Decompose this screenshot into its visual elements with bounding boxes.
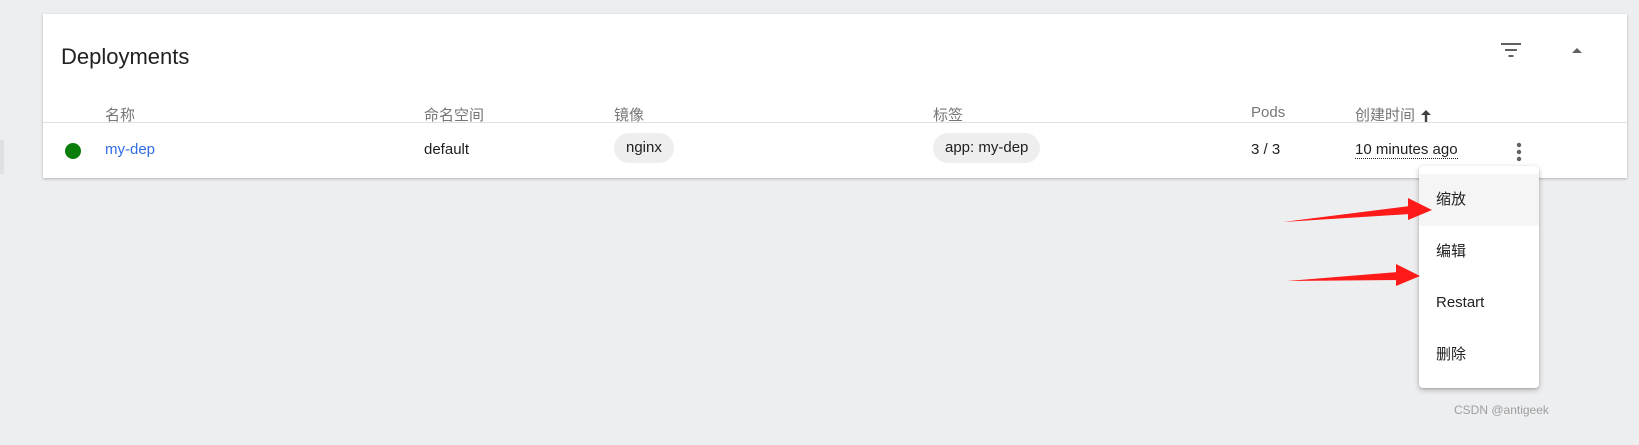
image-chip: nginx [614, 133, 674, 163]
card-title: Deployments [61, 44, 190, 69]
label-chip: app: my-dep [933, 133, 1041, 163]
collapse-button[interactable] [1559, 32, 1595, 68]
arrow-up-icon [1421, 110, 1432, 123]
created-age: 10 minutes ago [1355, 141, 1458, 159]
deployments-card: Deployments 名称 命名空间 镜像 标签 Pods 创建时间 my-d… [43, 14, 1627, 178]
row-actions-menu: 缩放 编辑 Restart 删除 [1419, 166, 1539, 388]
column-header-pods: Pods [1251, 104, 1286, 121]
sidebar-edge [0, 140, 4, 174]
menu-item-restart[interactable]: Restart [1419, 277, 1539, 329]
more-vert-icon [1516, 142, 1522, 162]
created-cell: 10 minutes ago [1355, 141, 1458, 159]
deployment-name-link[interactable]: my-dep [105, 141, 155, 158]
menu-item-scale[interactable]: 缩放 [1419, 174, 1539, 226]
status-running-icon [65, 143, 81, 159]
filter-icon [1501, 43, 1521, 57]
table-row: my-dep default nginx app: my-dep 3 / 3 1… [43, 123, 1627, 178]
pods-cell: 3 / 3 [1251, 141, 1281, 158]
row-actions-button[interactable] [1501, 134, 1537, 170]
watermark: CSDN @antigeek [1454, 403, 1549, 417]
annotation-arrow-icon [1283, 198, 1432, 222]
filter-button[interactable] [1493, 32, 1529, 68]
caret-up-icon [1572, 48, 1582, 53]
menu-item-delete[interactable]: 删除 [1419, 329, 1539, 381]
menu-item-edit[interactable]: 编辑 [1419, 226, 1539, 278]
annotation-arrow-icon [1287, 264, 1420, 286]
namespace-cell: default [424, 141, 470, 158]
